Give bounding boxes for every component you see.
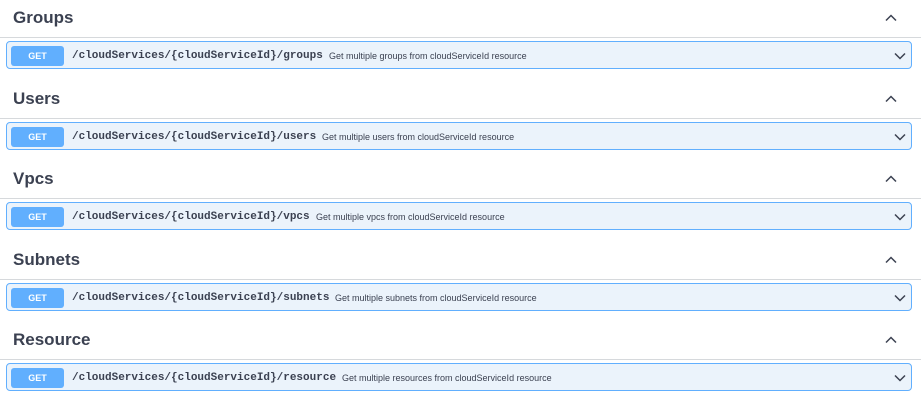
tag-section-groups: Groups GET /cloudServices/{cloudServiceI…: [0, 0, 923, 81]
operation-path: /cloudServices/{cloudServiceId}/users: [72, 130, 317, 143]
chevron-up-icon[interactable]: [883, 171, 899, 187]
operation-summary: Get multiple resources from cloudService…: [342, 373, 552, 383]
section-title: Subnets: [13, 249, 81, 269]
section-title: Resource: [13, 330, 91, 349]
chevron-up-icon[interactable]: [883, 10, 899, 26]
chevron-down-icon[interactable]: [893, 210, 907, 224]
method-badge: GET: [11, 287, 64, 308]
section-header-groups[interactable]: Groups: [0, 0, 921, 38]
tag-section-resource: Resource GET /cloudServices/{cloudServic…: [0, 322, 923, 403]
section-title: Vpcs: [13, 169, 54, 188]
operation-summary: Get multiple users from cloudServiceId r…: [322, 131, 515, 142]
section-title: Users: [13, 88, 61, 108]
chevron-down-icon[interactable]: [893, 291, 907, 305]
method-badge: GET: [11, 46, 64, 66]
chevron-down-icon[interactable]: [893, 371, 907, 385]
method-badge: GET: [11, 126, 64, 147]
tag-section-vpcs: Vpcs GET /cloudServices/{cloudServiceId}…: [0, 161, 923, 242]
section-header-subnets[interactable]: Subnets: [0, 242, 921, 280]
operation-summary: Get multiple subnets from cloudServiceId…: [335, 292, 537, 303]
section-header-resource[interactable]: Resource: [0, 322, 921, 360]
operation-get-groups[interactable]: GET /cloudServices/{cloudServiceId}/grou…: [6, 41, 912, 69]
operation-path: /cloudServices/{cloudServiceId}/subnets: [72, 291, 330, 304]
operation-path: /cloudServices/{cloudServiceId}/groups: [72, 50, 323, 62]
operation-path: /cloudServices/{cloudServiceId}/resource: [72, 372, 337, 384]
operation-summary: Get multiple groups from cloudServiceId …: [329, 51, 527, 61]
operation-get-subnets[interactable]: GET /cloudServices/{cloudServiceId}/subn…: [6, 282, 912, 311]
chevron-down-icon[interactable]: [893, 130, 907, 144]
operation-get-resource[interactable]: GET /cloudServices/{cloudServiceId}/reso…: [6, 363, 912, 391]
operation-summary: Get multiple vpcs from cloudServiceId re…: [316, 212, 505, 222]
tag-section-subnets: Subnets GET /cloudServices/{cloudService…: [0, 242, 923, 323]
method-badge: GET: [11, 368, 64, 388]
operation-get-vpcs[interactable]: GET /cloudServices/{cloudServiceId}/vpcs…: [6, 202, 912, 230]
chevron-up-icon[interactable]: [883, 91, 899, 107]
section-header-vpcs[interactable]: Vpcs: [0, 161, 921, 199]
operation-get-users[interactable]: GET /cloudServices/{cloudServiceId}/user…: [6, 121, 912, 150]
tag-section-users: Users GET /cloudServices/{cloudServiceId…: [0, 81, 923, 162]
section-header-users[interactable]: Users: [0, 81, 921, 119]
chevron-down-icon[interactable]: [893, 49, 907, 63]
section-title: Groups: [13, 8, 74, 27]
chevron-up-icon[interactable]: [883, 332, 899, 348]
operation-path: /cloudServices/{cloudServiceId}/vpcs: [72, 211, 310, 223]
method-badge: GET: [11, 207, 64, 227]
chevron-up-icon[interactable]: [883, 252, 899, 268]
